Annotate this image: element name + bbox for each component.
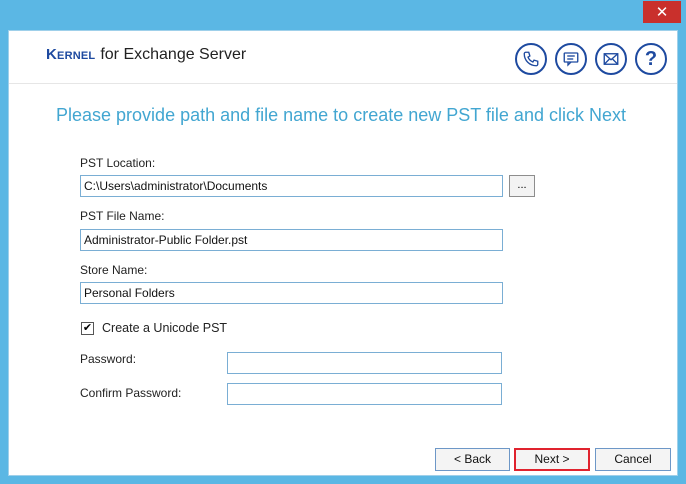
confirm-password-input[interactable]: [227, 383, 502, 405]
header-divider: [9, 83, 677, 84]
browse-button[interactable]: ...: [509, 175, 535, 197]
confirm-password-label: Confirm Password:: [80, 386, 182, 400]
mail-icon[interactable]: [595, 43, 627, 75]
brand: KERNEL for Exchange Server: [46, 46, 246, 70]
help-icon[interactable]: ?: [635, 43, 667, 75]
pst-file-name-input[interactable]: [80, 229, 503, 251]
wizard-panel: KERNEL for Exchange Server ? Please prov…: [8, 30, 678, 476]
pst-location-label: PST Location:: [80, 156, 156, 170]
cancel-button[interactable]: Cancel: [595, 448, 671, 471]
check-mark-icon: ✔: [82, 321, 93, 334]
title-bar[interactable]: ✕: [0, 0, 686, 30]
unicode-pst-option[interactable]: ✔ Create a Unicode PST: [81, 321, 227, 335]
brand-product-name: for Exchange Server: [100, 46, 247, 63]
close-button[interactable]: ✕: [643, 1, 681, 23]
pst-file-name-label: PST File Name:: [80, 209, 165, 223]
store-name-input[interactable]: [80, 282, 503, 304]
instruction-text: Please provide path and file name to cre…: [56, 105, 626, 125]
phone-icon[interactable]: [515, 43, 547, 75]
pst-location-input[interactable]: [80, 175, 503, 197]
back-button[interactable]: < Back: [435, 448, 510, 471]
unicode-pst-label: Create a Unicode PST: [102, 321, 228, 335]
password-label: Password:: [80, 352, 137, 366]
chat-icon[interactable]: [555, 43, 587, 75]
support-icons: ?: [515, 43, 667, 75]
app-window: ✕ KERNEL for Exchange Server ? Please pr…: [0, 0, 686, 484]
next-button[interactable]: Next >: [514, 448, 590, 471]
store-name-label: Store Name:: [80, 263, 148, 277]
brand-logo: KERNEL: [46, 46, 96, 63]
unicode-pst-checkbox[interactable]: ✔: [81, 321, 94, 335]
password-input[interactable]: [227, 352, 502, 374]
